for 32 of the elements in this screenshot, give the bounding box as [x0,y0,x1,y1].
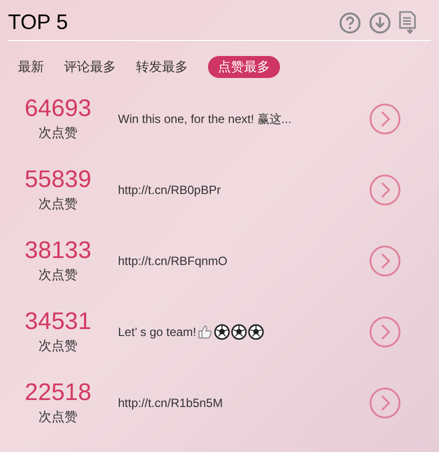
tab[interactable]: 转发最多 [136,56,188,78]
post-text: http://t.cn/R1b5n5M [118,395,223,412]
soccer-ball-icon [231,324,248,340]
soccer-ball-icon [248,324,264,340]
like-count-label: 次点赞 [38,195,78,214]
like-count-label: 次点赞 [38,266,78,284]
tab[interactable]: 评论最多 [64,56,116,78]
like-count: 64693 [24,95,92,124]
tab[interactable]: 最新 [18,56,44,78]
soccer-ball-icon [214,324,230,340]
thumbs-up-icon [197,324,214,340]
like-count: 38133 [24,237,92,266]
document-download-icon[interactable] [399,11,417,35]
download-icon[interactable] [369,12,391,34]
page-title: TOP 5 [8,10,68,36]
chevron-right-icon[interactable] [369,316,401,348]
chevron-right-icon[interactable] [369,174,401,206]
tab[interactable]: 点赞最多 [208,56,280,78]
like-count-label: 次点赞 [38,124,78,142]
post-text: http://t.cn/RBFqnmO [118,253,228,270]
post-text: Let’ s go team! [118,324,196,341]
chevron-right-icon[interactable] [369,387,401,419]
like-count: 55839 [24,166,92,194]
chevron-right-icon[interactable] [369,103,401,135]
like-count-label: 次点赞 [38,337,78,356]
help-icon[interactable] [339,12,361,34]
like-count: 34531 [24,308,92,336]
like-count-label: 次点赞 [38,408,78,426]
chevron-right-icon[interactable] [369,245,401,277]
post-text: Win this one, for the next! 赢这... [118,111,292,128]
like-count: 22518 [24,379,92,408]
post-text: http://t.cn/RB0pBPr [118,182,221,199]
